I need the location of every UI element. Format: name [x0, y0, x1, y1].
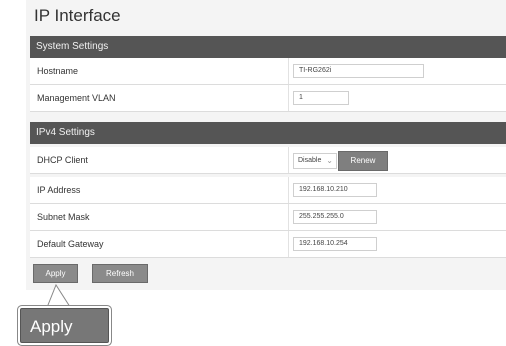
ip-address-row: IP Address 192.168.10.210 [30, 177, 506, 204]
row-divider [288, 177, 289, 203]
management-vlan-input[interactable]: 1 [293, 91, 349, 105]
default-gateway-label: Default Gateway [37, 239, 104, 249]
row-divider [288, 231, 289, 257]
hostname-row: Hostname TI-RG262i [30, 58, 506, 85]
dhcp-client-label: DHCP Client [37, 155, 88, 165]
management-vlan-label: Management VLAN [37, 93, 116, 103]
apply-callout: Apply [8, 283, 109, 346]
ip-address-label: IP Address [37, 185, 81, 195]
subnet-mask-row: Subnet Mask 255.255.255.0 [30, 204, 506, 231]
row-divider [288, 85, 289, 111]
default-gateway-row: Default Gateway 192.168.10.254 [30, 231, 506, 258]
hostname-label: Hostname [37, 66, 79, 76]
row-divider [288, 58, 289, 84]
ip-address-input[interactable]: 192.168.10.210 [293, 183, 377, 197]
callout-label: Apply [20, 308, 109, 343]
ipv4-settings-header: IPv4 Settings [30, 122, 506, 144]
default-gateway-input[interactable]: 192.168.10.254 [293, 237, 377, 251]
refresh-button[interactable]: Refresh [92, 264, 148, 283]
hostname-input[interactable]: TI-RG262i [293, 64, 424, 78]
dhcp-client-select[interactable]: Disable ⌄ [293, 153, 337, 169]
row-divider [288, 147, 289, 173]
renew-button[interactable]: Renew [338, 151, 388, 171]
system-settings-header: System Settings [30, 36, 506, 58]
row-divider [288, 204, 289, 230]
subnet-mask-label: Subnet Mask [37, 212, 90, 222]
dhcp-client-row: DHCP Client Disable ⌄ Renew [30, 147, 506, 174]
apply-button[interactable]: Apply [33, 264, 78, 283]
management-vlan-row: Management VLAN 1 [30, 85, 506, 112]
chevron-down-icon: ⌄ [326, 156, 333, 165]
dhcp-client-selected-value: Disable [298, 157, 322, 164]
subnet-mask-input[interactable]: 255.255.255.0 [293, 210, 377, 224]
page-title: IP Interface [34, 6, 121, 25]
